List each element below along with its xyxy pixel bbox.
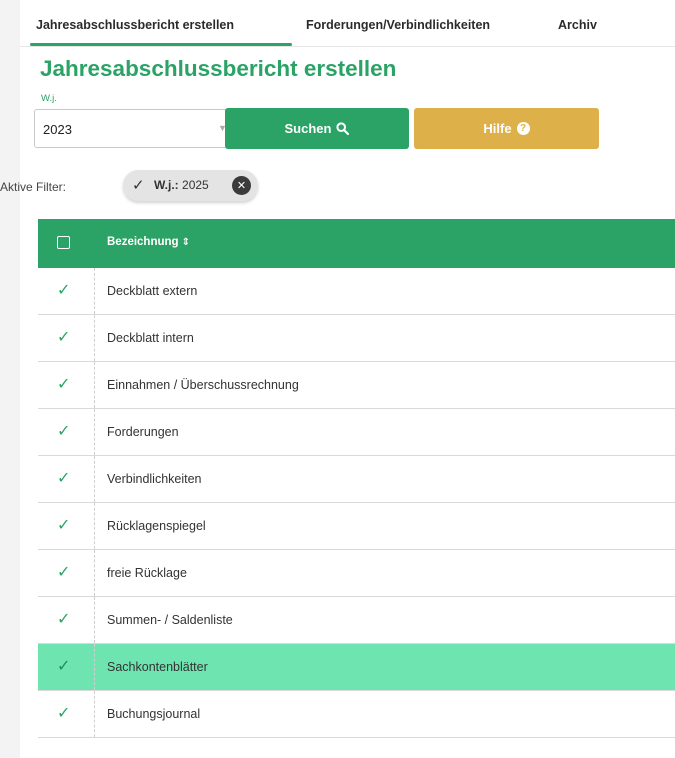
column-header-label: Bezeichnung bbox=[107, 236, 179, 248]
column-divider bbox=[94, 315, 95, 361]
column-divider bbox=[94, 409, 95, 455]
table-row[interactable]: ✓ Deckblatt extern bbox=[38, 268, 675, 315]
filter-chip-value: 2025 bbox=[182, 178, 209, 192]
wj-select[interactable]: 2023 ▼ bbox=[34, 109, 240, 148]
tab-forderungen-verbindlichkeiten[interactable]: Forderungen/Verbindlichkeiten bbox=[306, 18, 490, 32]
wj-select-value: 2023 bbox=[43, 122, 72, 137]
check-icon[interactable]: ✓ bbox=[57, 703, 70, 723]
check-icon[interactable]: ✓ bbox=[57, 656, 70, 676]
column-divider bbox=[94, 691, 95, 737]
table-row[interactable]: ✓ Einnahmen / Überschussrechnung bbox=[38, 362, 675, 409]
table-row-highlighted[interactable]: ✓ Sachkontenblätter bbox=[38, 644, 675, 691]
check-icon[interactable]: ✓ bbox=[57, 280, 70, 300]
table-row[interactable]: ✓ freie Rücklage bbox=[38, 550, 675, 597]
check-icon[interactable]: ✓ bbox=[57, 562, 70, 582]
close-circle-icon[interactable]: ✕ bbox=[232, 176, 251, 195]
filter-chip-text: W.j.: 2025 bbox=[154, 178, 209, 192]
row-label: freie Rücklage bbox=[107, 566, 187, 580]
check-icon[interactable]: ✓ bbox=[57, 374, 70, 394]
active-filters-label: Aktive Filter: bbox=[0, 180, 67, 194]
table-row[interactable]: ✓ Rücklagenspiegel bbox=[38, 503, 675, 550]
wj-field-label: W.j. bbox=[41, 93, 57, 104]
row-label: Einnahmen / Überschussrechnung bbox=[107, 378, 299, 392]
check-icon[interactable]: ✓ bbox=[57, 468, 70, 488]
table-row[interactable]: ✓ Verbindlichkeiten bbox=[38, 456, 675, 503]
question-circle-icon: ? bbox=[516, 122, 530, 135]
column-divider bbox=[94, 456, 95, 502]
column-divider bbox=[94, 503, 95, 549]
check-icon[interactable]: ✓ bbox=[57, 609, 70, 629]
table-row[interactable]: ✓ Summen- / Saldenliste bbox=[38, 597, 675, 644]
active-tab-indicator bbox=[30, 43, 292, 46]
tab-bar: Jahresabschlussbericht erstellen Forderu… bbox=[20, 0, 675, 47]
column-divider bbox=[94, 268, 95, 314]
tab-jahresabschlussbericht[interactable]: Jahresabschlussbericht erstellen bbox=[36, 18, 234, 32]
filter-chip-wj[interactable]: ✓ W.j.: 2025 ✕ bbox=[123, 170, 258, 201]
main-panel: Jahresabschlussbericht erstellen Forderu… bbox=[0, 0, 675, 758]
check-icon[interactable]: ✓ bbox=[57, 327, 70, 347]
row-label: Buchungsjournal bbox=[107, 707, 201, 721]
sort-icon: ⇕ bbox=[181, 237, 190, 248]
row-label: Sachkontenblätter bbox=[107, 660, 208, 674]
row-label: Deckblatt extern bbox=[107, 284, 198, 298]
check-icon[interactable]: ✓ bbox=[57, 515, 70, 535]
table-header: Bezeichnung ⇕ bbox=[38, 219, 675, 268]
row-label: Verbindlichkeiten bbox=[107, 472, 202, 486]
table-row[interactable]: ✓ Buchungsjournal bbox=[38, 691, 675, 738]
search-button[interactable]: Suchen bbox=[225, 108, 409, 149]
row-label: Summen- / Saldenliste bbox=[107, 613, 233, 627]
table-row[interactable]: ✓ Deckblatt intern bbox=[38, 315, 675, 362]
column-divider bbox=[94, 597, 95, 643]
check-icon[interactable]: ✓ bbox=[57, 421, 70, 441]
row-label: Deckblatt intern bbox=[107, 331, 194, 345]
table-row[interactable]: ✓ Forderungen bbox=[38, 409, 675, 456]
check-icon: ✓ bbox=[132, 177, 145, 194]
help-button-label: Hilfe bbox=[483, 121, 512, 136]
select-all-checkbox[interactable] bbox=[57, 236, 70, 249]
search-button-label: Suchen bbox=[284, 121, 332, 136]
report-table: Bezeichnung ⇕ ✓ Deckblatt extern ✓ Deckbl… bbox=[38, 219, 675, 738]
column-divider bbox=[94, 362, 95, 408]
filter-chip-key: W.j.: bbox=[154, 178, 179, 192]
column-header-bezeichnung[interactable]: Bezeichnung ⇕ bbox=[107, 236, 190, 248]
row-label: Rücklagenspiegel bbox=[107, 519, 206, 533]
column-divider bbox=[94, 550, 95, 596]
page-title: Jahresabschlussbericht erstellen bbox=[40, 56, 397, 81]
column-divider bbox=[94, 644, 95, 690]
row-label: Forderungen bbox=[107, 425, 179, 439]
help-button[interactable]: Hilfe ? bbox=[414, 108, 599, 149]
search-icon bbox=[336, 122, 350, 135]
tab-archiv[interactable]: Archiv bbox=[558, 18, 597, 32]
